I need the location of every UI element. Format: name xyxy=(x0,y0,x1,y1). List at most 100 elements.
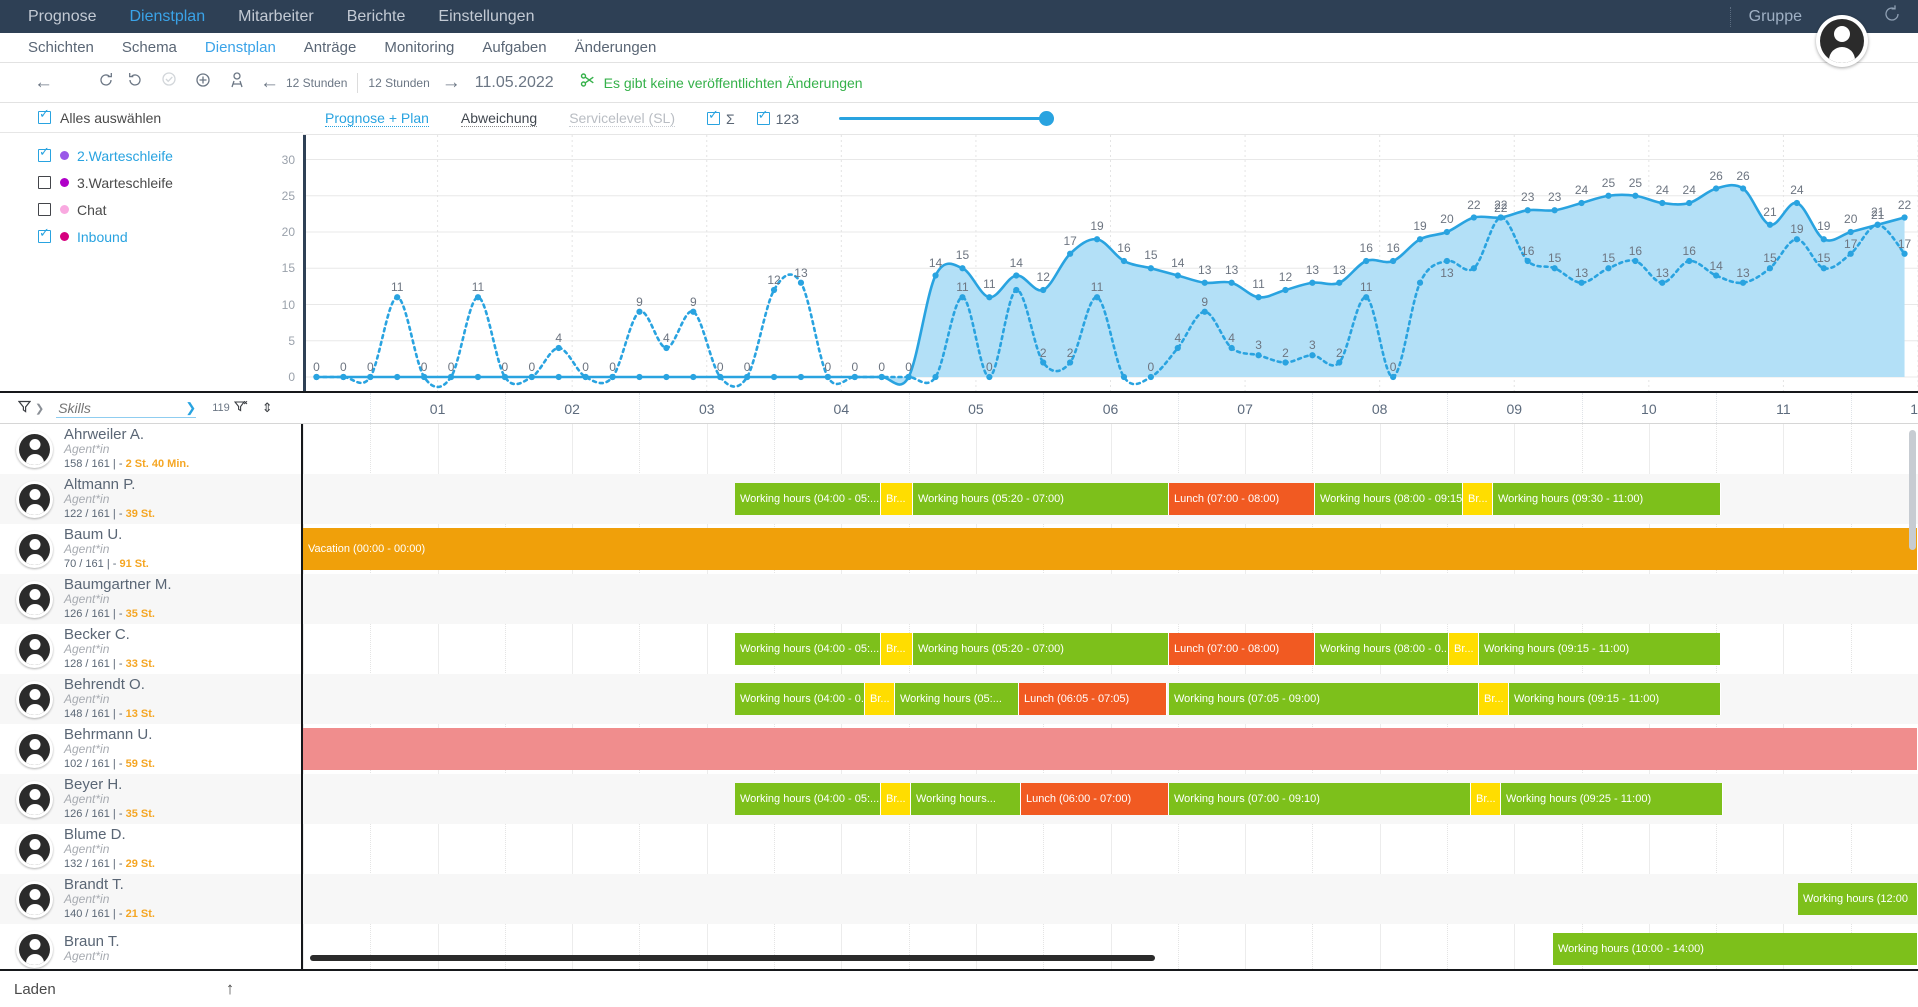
shift-bar-work[interactable]: Working hours (09:15 - 11:00) xyxy=(1479,633,1721,665)
toggle-numbers[interactable]: 123 xyxy=(756,108,799,127)
tab-schema[interactable]: Schema xyxy=(122,39,177,56)
employee-row[interactable]: Behrendt O. Agent*in 148 / 161 | - 13 St. xyxy=(0,674,301,724)
gantt-row[interactable] xyxy=(303,724,1918,774)
gantt-row[interactable] xyxy=(303,574,1918,624)
shift-bar-break[interactable]: Br... xyxy=(1463,483,1493,515)
toggle-sum[interactable]: Σ xyxy=(707,108,735,127)
tab-schichten[interactable]: Schichten xyxy=(28,39,94,56)
skills-input[interactable] xyxy=(56,398,169,417)
employee-row[interactable]: Ahrweiler A. Agent*in 158 / 161 | - 2 St. … xyxy=(0,424,301,474)
employee-list[interactable]: Ahrweiler A. Agent*in 158 / 161 | - 2 St. … xyxy=(0,424,303,969)
gantt-row[interactable] xyxy=(303,824,1918,874)
nav-item-einstellungen[interactable]: Einstellungen xyxy=(438,8,534,26)
tab-dienstplan[interactable]: Dienstplan xyxy=(205,39,276,56)
shift-bar-work[interactable]: Working hours (05:20 - 07:00) xyxy=(913,633,1169,665)
queue-checkbox[interactable] xyxy=(38,203,51,216)
shift-bar-break[interactable]: Br... xyxy=(1479,683,1509,715)
shift-bar-work[interactable]: Working hours (05:... xyxy=(895,683,1019,715)
tab-antraege[interactable]: Anträge xyxy=(304,39,357,56)
shift-bar-work[interactable]: Working hours (09:30 - 11:00) xyxy=(1493,483,1721,515)
gantt-row[interactable]: Working hours (10:00 - 14:00) xyxy=(303,924,1918,969)
gantt-vertical-scrollbar[interactable] xyxy=(1909,430,1916,550)
chart-tab-abweichung[interactable]: Abweichung xyxy=(460,110,538,127)
nav-item-berichte[interactable]: Berichte xyxy=(347,8,406,26)
current-date[interactable]: 11.05.2022 xyxy=(475,74,554,92)
tab-aufgaben[interactable]: Aufgaben xyxy=(482,39,546,56)
tab-monitoring[interactable]: Monitoring xyxy=(384,39,454,56)
user-avatar-icon[interactable] xyxy=(1816,14,1868,67)
shift-bar-lunch[interactable]: Lunch (06:00 - 07:00) xyxy=(1021,783,1169,815)
shift-bar-work[interactable]: Working hours (04:00 - 05:... xyxy=(735,633,881,665)
employee-row[interactable]: Altmann P. Agent*in 122 / 161 | - 39 St. xyxy=(0,474,301,524)
shift-bar-work[interactable]: Working hours (09:25 - 11:00) xyxy=(1501,783,1723,815)
filter-clear-icon[interactable] xyxy=(233,400,248,417)
shift-bar-break[interactable]: Br... xyxy=(1449,633,1479,665)
employee-row[interactable]: Behrmann U. Agent*in 102 / 161 | - 59 St. xyxy=(0,724,301,774)
sync-icon[interactable] xyxy=(1882,4,1902,30)
nav-item-mitarbeiter[interactable]: Mitarbeiter xyxy=(238,8,314,26)
nav-item-dienstplan[interactable]: Dienstplan xyxy=(130,8,206,26)
range-next-icon[interactable]: → xyxy=(442,72,461,94)
sort-updown-icon[interactable]: ⇕ xyxy=(262,400,273,416)
shift-bar-work[interactable]: Working hours (04:00 - 05:... xyxy=(735,483,881,515)
shift-bar-work[interactable]: Working hours (12:00 xyxy=(1798,883,1918,915)
gantt-row[interactable]: Working hours (04:00 - 05:... Br... Workin… xyxy=(303,774,1918,824)
chevron-right-icon[interactable]: ❯ xyxy=(35,402,44,415)
arrow-up-icon[interactable]: ↑ xyxy=(226,979,235,999)
employee-row[interactable]: Braun T. Agent*in xyxy=(0,924,301,969)
gantt-row[interactable]: Working hours (04:00 - 0... Br... Working … xyxy=(303,674,1918,724)
sum-checkbox[interactable] xyxy=(707,108,721,125)
optimize-settings-icon[interactable] xyxy=(228,71,246,95)
employee-row[interactable]: Beyer H. Agent*in 126 / 161 | - 35 St. xyxy=(0,774,301,824)
employee-row[interactable]: Becker C. Agent*in 128 / 161 | - 33 St. xyxy=(0,624,301,674)
shift-bar-work[interactable]: Working hours (04:00 - 0... xyxy=(735,683,865,715)
shift-bar-work[interactable]: Working hours... xyxy=(911,783,1021,815)
shift-bar-lunch[interactable]: Lunch (07:00 - 08:00) xyxy=(1169,633,1315,665)
employee-row[interactable]: Baum U. Agent*in 70 / 161 | - 91 St. xyxy=(0,524,301,574)
gantt-horizontal-scrollbar[interactable] xyxy=(310,955,1155,961)
shift-bar-break[interactable]: Br... xyxy=(881,783,911,815)
shift-bar-work[interactable]: Working hours (09:15 - 11:00) xyxy=(1509,683,1721,715)
shift-bar-work[interactable]: Working hours (08:00 - 09:15) xyxy=(1315,483,1463,515)
shift-bar-work[interactable]: Working hours (07:05 - 09:00) xyxy=(1169,683,1479,715)
arrow-left-icon[interactable]: ← xyxy=(34,72,53,94)
shift-bar-vac[interactable]: Vacation (00:00 - 00:00) xyxy=(303,528,1918,570)
shift-bar-work[interactable]: Working hours (10:00 - 14:00) xyxy=(1553,933,1918,965)
group-selector[interactable]: Gruppe xyxy=(1749,8,1802,26)
tab-aenderungen[interactable]: Änderungen xyxy=(575,39,657,56)
shift-bar-lunch[interactable]: Lunch (07:00 - 08:00) xyxy=(1169,483,1315,515)
shift-bar-lunch[interactable]: Lunch (06:05 - 07:05) xyxy=(1019,683,1167,715)
gantt-schedule-grid[interactable]: Working hours (04:00 - 05:... Br... Workin… xyxy=(303,424,1918,969)
skills-expand-icon[interactable]: ❯ xyxy=(185,400,196,416)
plus-circle-icon[interactable] xyxy=(194,71,212,95)
employee-row[interactable]: Brandt T. Agent*in 140 / 161 | - 21 St. xyxy=(0,874,301,924)
shift-bar-work[interactable]: Working hours (07:00 - 09:10) xyxy=(1169,783,1471,815)
publish-icon[interactable] xyxy=(580,72,596,93)
gantt-row[interactable]: Working hours (04:00 - 05:... Br... Workin… xyxy=(303,474,1918,524)
slider-knob[interactable] xyxy=(1039,111,1055,126)
chart-zoom-slider[interactable] xyxy=(839,110,1055,128)
load-more-label[interactable]: Laden xyxy=(14,981,56,998)
chart-tab-prognose-plan[interactable]: Prognose + Plan xyxy=(325,110,429,127)
employee-row[interactable]: Baumgartner M. Agent*in 126 / 161 | - 35 S… xyxy=(0,574,301,624)
shift-bar-work[interactable]: Working hours (08:00 - 0... xyxy=(1315,633,1449,665)
redo-icon[interactable] xyxy=(126,71,144,95)
slider-track[interactable] xyxy=(839,117,1055,120)
range-current-label[interactable]: 12 Stunden xyxy=(368,76,429,90)
shift-bar-break[interactable]: Br... xyxy=(881,633,913,665)
shift-bar-break[interactable]: Br... xyxy=(865,683,895,715)
numbers-checkbox[interactable] xyxy=(756,108,770,125)
employee-row[interactable]: Blume D. Agent*in 132 / 161 | - 29 St. xyxy=(0,824,301,874)
queue-checkbox[interactable] xyxy=(38,176,51,189)
gantt-row[interactable]: Working hours (04:00 - 05:... Br... Workin… xyxy=(303,624,1918,674)
shift-bar-work[interactable]: Working hours (04:00 - 05:... xyxy=(735,783,881,815)
filter-icon[interactable] xyxy=(17,400,32,417)
gantt-row[interactable]: Vacation (00:00 - 00:00) xyxy=(303,524,1918,574)
select-all-row[interactable]: Alles auswählen xyxy=(0,103,303,133)
queue-checkbox[interactable] xyxy=(38,226,51,243)
shift-bar-break[interactable]: Br... xyxy=(881,483,913,515)
skills-input-wrap[interactable]: ❯ xyxy=(56,398,197,418)
shift-bar-break[interactable]: Br... xyxy=(1471,783,1501,815)
queue-checkbox[interactable] xyxy=(38,145,51,162)
forecast-plan-chart[interactable]: 14 15 11 14 12 17 19 16 15 14 13 13 11 12 13 13 16 16 19 20… xyxy=(303,135,1918,391)
